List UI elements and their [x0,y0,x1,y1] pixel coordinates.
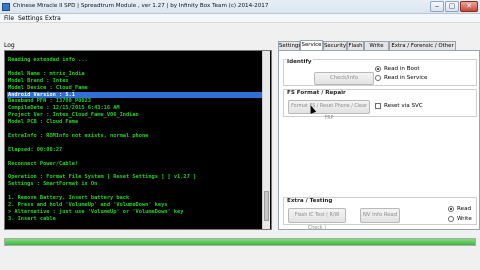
identify-group: Identify Check/Info Read in Boot Read in… [283,59,477,86]
nv-info-read-button[interactable]: NV Info Read [360,208,400,223]
check-info-button[interactable]: Check/Info [314,72,374,85]
log-console[interactable]: Android Version : 5.1 Reading extended i… [4,50,272,230]
maximize-button[interactable]: ▢ [445,1,459,12]
log-line: Model Brand : Intex [8,77,69,84]
log-line: Project Ver : Intex_Cloud_Fame_V06_India… [8,112,139,119]
log-line: CompileDate : 12/15/2015 6:43:16 AM [8,105,120,112]
log-line: Operation : Format File System [ Reset S… [8,174,197,181]
menu-extra[interactable]: Extra [45,15,61,22]
log-line: Settings : SmartFormat is On [8,181,98,188]
write-radio[interactable] [448,216,454,222]
tab-write-data[interactable]: Write Data [364,41,389,57]
reset-via-svc-label: Reset via SVC [384,103,423,109]
read-in-service-label: Read in Service [384,75,428,81]
menu-file[interactable]: File [4,15,14,22]
extra-testing-label: Extra / Testing [286,198,334,204]
log-line: ExtraInfo : ROMInfo not exists, normal p… [8,132,149,139]
read-label: Read [457,206,472,212]
log-line: Reconnect Power/Cable! [8,160,79,167]
log-scrollbar[interactable] [262,51,270,229]
tab-extra-forensic-other[interactable]: Extra / Forensic / Other [389,41,456,50]
minimize-button[interactable]: ‒ [430,1,444,12]
log-line: 2. Press and hold 'VolumeUp' and 'Volume… [8,201,168,208]
read-in-boot-label: Read in Boot [384,66,420,72]
read-in-service-radio[interactable] [375,75,381,81]
progress-fill [5,239,475,245]
tab-settings[interactable]: Settings [278,41,301,50]
close-button[interactable]: ✕ [460,1,478,12]
log-line: 1. Remove Battery, Insert battery back [8,195,130,201]
write-label: Write [457,216,472,222]
log-line: Model PCB : Cloud Fame [8,119,79,126]
read-radio[interactable] [448,206,454,212]
service-panel: Identify Check/Info Read in Boot Read in… [278,50,480,231]
tab-security[interactable]: Security [323,41,347,50]
app-icon [2,3,10,11]
log-line: > Alternative : just use 'VolumeUp' or '… [8,208,184,215]
read-in-boot-radio[interactable] [375,66,381,72]
highlighted-log-line: Android Version : 5.1 [7,91,265,98]
title-bar: Chinese Miracle II SPD | Spreadtrum Modu… [0,0,480,14]
window-title: Chinese Miracle II SPD | Spreadtrum Modu… [13,3,269,9]
format-fs-button[interactable]: Format FS / Reset Phone / Clear FRP [288,100,370,121]
log-line: Model Name : mtrix_India [8,70,85,77]
identify-label: Identify [286,59,313,65]
log-line: Baseband PFN : I3700_P0023 [8,98,91,105]
log-label: Log [4,42,15,49]
tab-flash[interactable]: Flash [347,41,364,50]
log-line: Reading extended info ... [8,57,88,63]
fs-format-label: FS Format / Repair [286,90,347,96]
log-line: >>> Wait for phone... [8,230,75,231]
flash-ic-test-button[interactable]: Flash IC Test ( R/W Check ) [288,208,346,231]
progress-bar [4,238,476,246]
menu-settings[interactable]: Settings [18,15,43,22]
menu-bar: File Settings Extra [0,14,480,23]
reset-via-svc-checkbox[interactable] [375,103,381,109]
log-scrollbar-thumb[interactable] [264,191,269,221]
log-line: Elapsed: 00:00:27 [8,146,63,153]
log-line: 3. Insert cable [8,215,56,222]
extra-testing-group: Extra / Testing Flash IC Test ( R/W Chec… [283,197,477,231]
log-line: Model Device : Cloud_Fame [8,84,88,91]
highlighted-log-text: Android Version : 5.1 [8,91,75,98]
